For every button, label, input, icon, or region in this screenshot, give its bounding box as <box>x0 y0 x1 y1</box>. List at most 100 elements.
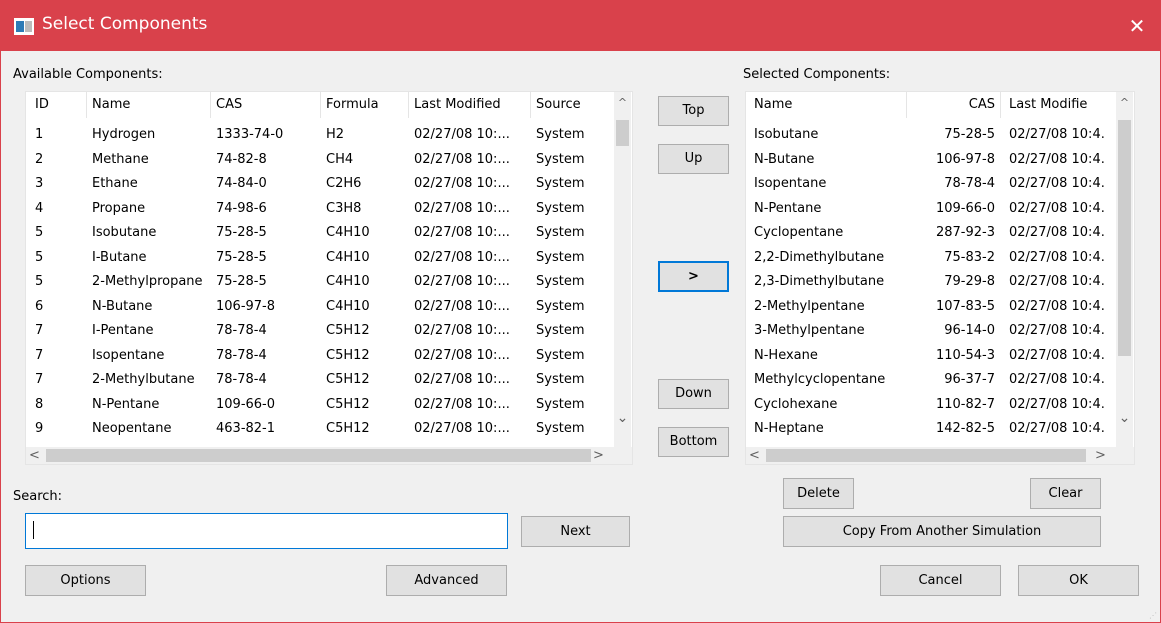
scroll-thumb[interactable] <box>46 449 591 462</box>
column-header[interactable]: Name <box>754 97 792 112</box>
column-separator[interactable] <box>210 92 211 118</box>
available-vertical-scrollbar[interactable]: ^ ⌄ <box>614 92 631 447</box>
down-button[interactable]: Down <box>658 379 729 409</box>
list-cell: System <box>536 225 585 240</box>
list-item[interactable]: Cyclopentane 287-92-3 02/27/08 10:4. <box>746 221 1117 245</box>
scroll-down-icon[interactable]: ⌄ <box>614 410 631 426</box>
list-cell: 02/27/08 10:4. <box>1009 127 1105 142</box>
search-input[interactable] <box>25 513 508 549</box>
column-header[interactable]: Last Modified <box>414 97 501 112</box>
scroll-right-icon[interactable]: > <box>590 448 607 463</box>
list-cell: I-Butane <box>92 249 147 265</box>
list-cell: Isobutane <box>92 225 157 240</box>
selected-components-list[interactable]: Name CAS Last Modifie Isobutane 75-28-5 02/2… <box>745 91 1135 465</box>
bottom-button[interactable]: Bottom <box>658 427 729 457</box>
column-header[interactable]: Name <box>92 97 130 112</box>
scroll-thumb[interactable] <box>766 449 1086 462</box>
scroll-right-icon[interactable]: > <box>1092 448 1109 463</box>
list-item[interactable]: N-Heptane 142-82-5 02/27/08 10:4. <box>746 417 1117 441</box>
column-separator[interactable] <box>530 92 531 118</box>
scroll-up-icon[interactable]: ^ <box>614 96 631 109</box>
available-components-label: Available Components: <box>13 67 163 82</box>
ok-button[interactable]: OK <box>1018 565 1139 596</box>
options-button[interactable]: Options <box>25 565 146 596</box>
list-item[interactable]: Cyclohexane 110-82-7 02/27/08 10:4. <box>746 393 1117 417</box>
scroll-up-icon[interactable]: ^ <box>1116 96 1133 109</box>
column-header[interactable]: Source <box>536 97 581 112</box>
list-item[interactable]: 2 Methane 74-82-8 CH4 02/27/08 10:... System <box>26 148 606 172</box>
list-cell: 02/27/08 10:... <box>414 225 510 240</box>
list-cell: 287-92-3 <box>935 225 995 240</box>
selected-horizontal-scrollbar[interactable]: < > <box>746 447 1117 464</box>
list-item[interactable]: 7 2-Methylbutane 78-78-4 C5H12 02/27/08 10:.… <box>26 368 606 392</box>
list-item[interactable]: 1 Hydrogen 1333-74-0 H2 02/27/08 10:... Syste… <box>26 123 606 147</box>
column-header[interactable]: ID <box>35 97 49 112</box>
list-cell: 5 <box>35 225 44 240</box>
top-button[interactable]: Top <box>658 96 729 126</box>
clear-button[interactable]: Clear <box>1030 478 1101 509</box>
list-item[interactable]: 2,3-Dimethylbutane 79-29-8 02/27/08 10:4. <box>746 270 1117 294</box>
column-separator[interactable] <box>1000 92 1001 118</box>
list-cell: 02/27/08 10:4. <box>1009 421 1105 436</box>
scroll-thumb[interactable] <box>1118 120 1131 356</box>
column-separator[interactable] <box>320 92 321 118</box>
list-cell: 463-82-1 <box>216 421 276 436</box>
column-separator[interactable] <box>408 92 409 118</box>
list-item[interactable]: 7 I-Pentane 78-78-4 C5H12 02/27/08 10:... Sys… <box>26 319 606 343</box>
list-item[interactable]: N-Butane 106-97-8 02/27/08 10:4. <box>746 148 1117 172</box>
resize-grip-icon[interactable]: ⋰ <box>1149 611 1157 620</box>
column-header[interactable]: Formula <box>326 97 379 112</box>
list-item[interactable]: 6 N-Butane 106-97-8 C4H10 02/27/08 10:... Sys… <box>26 295 606 319</box>
list-item[interactable]: Methylcyclopentane 96-37-7 02/27/08 10:4. <box>746 368 1117 392</box>
copy-from-simulation-button[interactable]: Copy From Another Simulation <box>783 516 1101 547</box>
list-item[interactable]: 3 Ethane 74-84-0 C2H6 02/27/08 10:... System <box>26 172 606 196</box>
scroll-left-icon[interactable]: < <box>746 448 763 463</box>
close-button[interactable]: ✕ <box>1114 1 1160 51</box>
list-item[interactable]: 5 2-Methylpropane 75-28-5 C4H10 02/27/08 10:… <box>26 270 606 294</box>
list-cell: 75-28-5 <box>216 225 267 240</box>
list-item[interactable]: 5 Isobutane 75-28-5 C4H10 02/27/08 10:... Sys… <box>26 221 606 245</box>
next-button[interactable]: Next <box>521 516 630 547</box>
list-item[interactable]: 8 N-Pentane 109-66-0 C5H12 02/27/08 10:... Sy… <box>26 393 606 417</box>
list-cell: 02/27/08 10:... <box>414 200 510 216</box>
column-separator[interactable] <box>86 92 87 118</box>
title-bar: Select Components ✕ <box>1 1 1160 51</box>
list-cell: N-Butane <box>754 151 815 167</box>
available-horizontal-scrollbar[interactable]: < > <box>26 447 615 464</box>
column-separator[interactable] <box>906 92 907 118</box>
list-item[interactable]: 4 Propane 74-98-6 C3H8 02/27/08 10:... System <box>26 197 606 221</box>
list-item[interactable]: Isobutane 75-28-5 02/27/08 10:4. <box>746 123 1117 147</box>
list-cell: 78-78-4 <box>216 347 267 363</box>
list-item[interactable]: 9 Neopentane 463-82-1 C5H12 02/27/08 10:... S… <box>26 417 606 441</box>
scroll-thumb[interactable] <box>616 120 629 146</box>
list-item[interactable]: 2-Methylpentane 107-83-5 02/27/08 10:4. <box>746 295 1117 319</box>
list-item[interactable]: 5 I-Butane 75-28-5 C4H10 02/27/08 10:... Syst… <box>26 246 606 270</box>
selected-vertical-scrollbar[interactable]: ^ ⌄ <box>1116 92 1133 447</box>
list-cell: 75-28-5 <box>216 249 267 265</box>
list-cell: 02/27/08 10:4. <box>1009 176 1105 191</box>
add-component-button[interactable]: > <box>658 261 729 292</box>
list-cell: 02/27/08 10:... <box>414 249 510 265</box>
list-cell: 02/27/08 10:... <box>414 421 510 436</box>
column-header[interactable]: CAS <box>969 97 995 112</box>
list-cell: 5 <box>35 249 44 265</box>
list-cell: 109-66-0 <box>216 396 276 412</box>
up-button[interactable]: Up <box>658 144 729 174</box>
list-item[interactable]: 7 Isopentane 78-78-4 C5H12 02/27/08 10:... Sy… <box>26 344 606 368</box>
column-header[interactable]: CAS <box>216 97 242 112</box>
list-cell: System <box>536 151 585 167</box>
available-components-list[interactable]: ID Name CAS Formula Last Modified Source 1 Hyd… <box>25 91 633 465</box>
column-header[interactable]: Last Modifie <box>1009 97 1087 112</box>
cancel-button[interactable]: Cancel <box>880 565 1001 596</box>
list-item[interactable]: N-Hexane 110-54-3 02/27/08 10:4. <box>746 344 1117 368</box>
list-item[interactable]: Isopentane 78-78-4 02/27/08 10:4. <box>746 172 1117 196</box>
list-item[interactable]: 2,2-Dimethylbutane 75-83-2 02/27/08 10:4. <box>746 246 1117 270</box>
list-item[interactable]: N-Pentane 109-66-0 02/27/08 10:4. <box>746 197 1117 221</box>
list-item[interactable]: 3-Methylpentane 96-14-0 02/27/08 10:4. <box>746 319 1117 343</box>
delete-button[interactable]: Delete <box>783 478 854 509</box>
scroll-left-icon[interactable]: < <box>26 448 43 463</box>
list-cell: System <box>536 274 585 289</box>
list-cell: C5H12 <box>326 372 370 387</box>
advanced-button[interactable]: Advanced <box>386 565 507 596</box>
scroll-down-icon[interactable]: ⌄ <box>1116 410 1133 426</box>
